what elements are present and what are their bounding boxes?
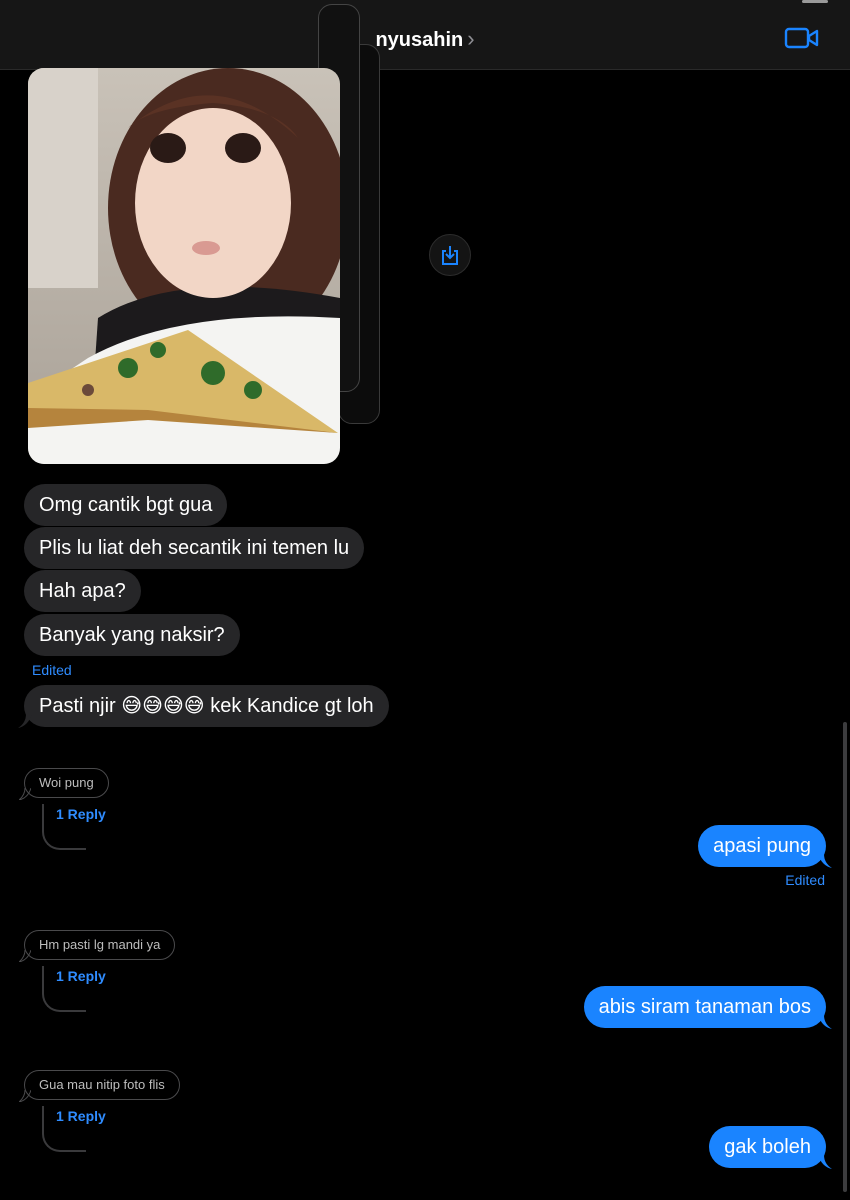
video-camera-icon[interactable] bbox=[784, 26, 820, 50]
contact-name-button[interactable]: nyusahin › bbox=[0, 26, 850, 52]
quoted-message[interactable]: Hm pasti lg mandi ya bbox=[24, 930, 176, 960]
bubble-tail bbox=[19, 788, 31, 800]
outgoing-message[interactable]: gak boleh bbox=[709, 1126, 826, 1168]
scrollbar[interactable] bbox=[843, 722, 847, 1192]
reply-count-link[interactable]: 1 Reply bbox=[56, 806, 106, 822]
quoted-message[interactable]: Gua mau nitip foto flis bbox=[24, 1070, 180, 1100]
save-photo-button[interactable] bbox=[429, 234, 471, 276]
incoming-message[interactable]: Plis lu liat deh secantik ini temen lu bbox=[24, 527, 365, 569]
bubble-tail bbox=[818, 1015, 832, 1029]
reply-count-link[interactable]: 1 Reply bbox=[56, 968, 106, 984]
chevron-right-icon: › bbox=[467, 26, 475, 51]
reply-count-link[interactable]: 1 Reply bbox=[56, 1108, 106, 1124]
bubble-tail bbox=[18, 714, 32, 728]
quoted-message[interactable]: Woi pung bbox=[24, 768, 109, 798]
incoming-message[interactable]: Hah apa? bbox=[24, 570, 141, 612]
contact-name: nyusahin bbox=[375, 29, 464, 51]
bubble-tail bbox=[19, 950, 31, 962]
incoming-message[interactable]: Pasti njir 😅😅😅😅 kek Kandice gt loh bbox=[24, 685, 389, 727]
edited-label: Edited bbox=[785, 872, 825, 888]
incoming-message[interactable]: Omg cantik bgt gua bbox=[24, 484, 228, 526]
chat-header: nyusahin › bbox=[0, 0, 850, 70]
bubble-tail bbox=[19, 1090, 31, 1102]
bubble-tail bbox=[818, 1155, 832, 1169]
shared-photo[interactable] bbox=[28, 68, 340, 464]
incoming-message[interactable]: Banyak yang naksir? bbox=[24, 614, 240, 656]
edited-label: Edited bbox=[32, 662, 72, 678]
outgoing-message[interactable]: apasi pung bbox=[698, 825, 826, 867]
save-download-icon bbox=[442, 246, 458, 265]
outgoing-message[interactable]: abis siram tanaman bos bbox=[583, 986, 826, 1028]
status-indicator bbox=[802, 0, 828, 3]
bubble-tail bbox=[818, 854, 832, 868]
